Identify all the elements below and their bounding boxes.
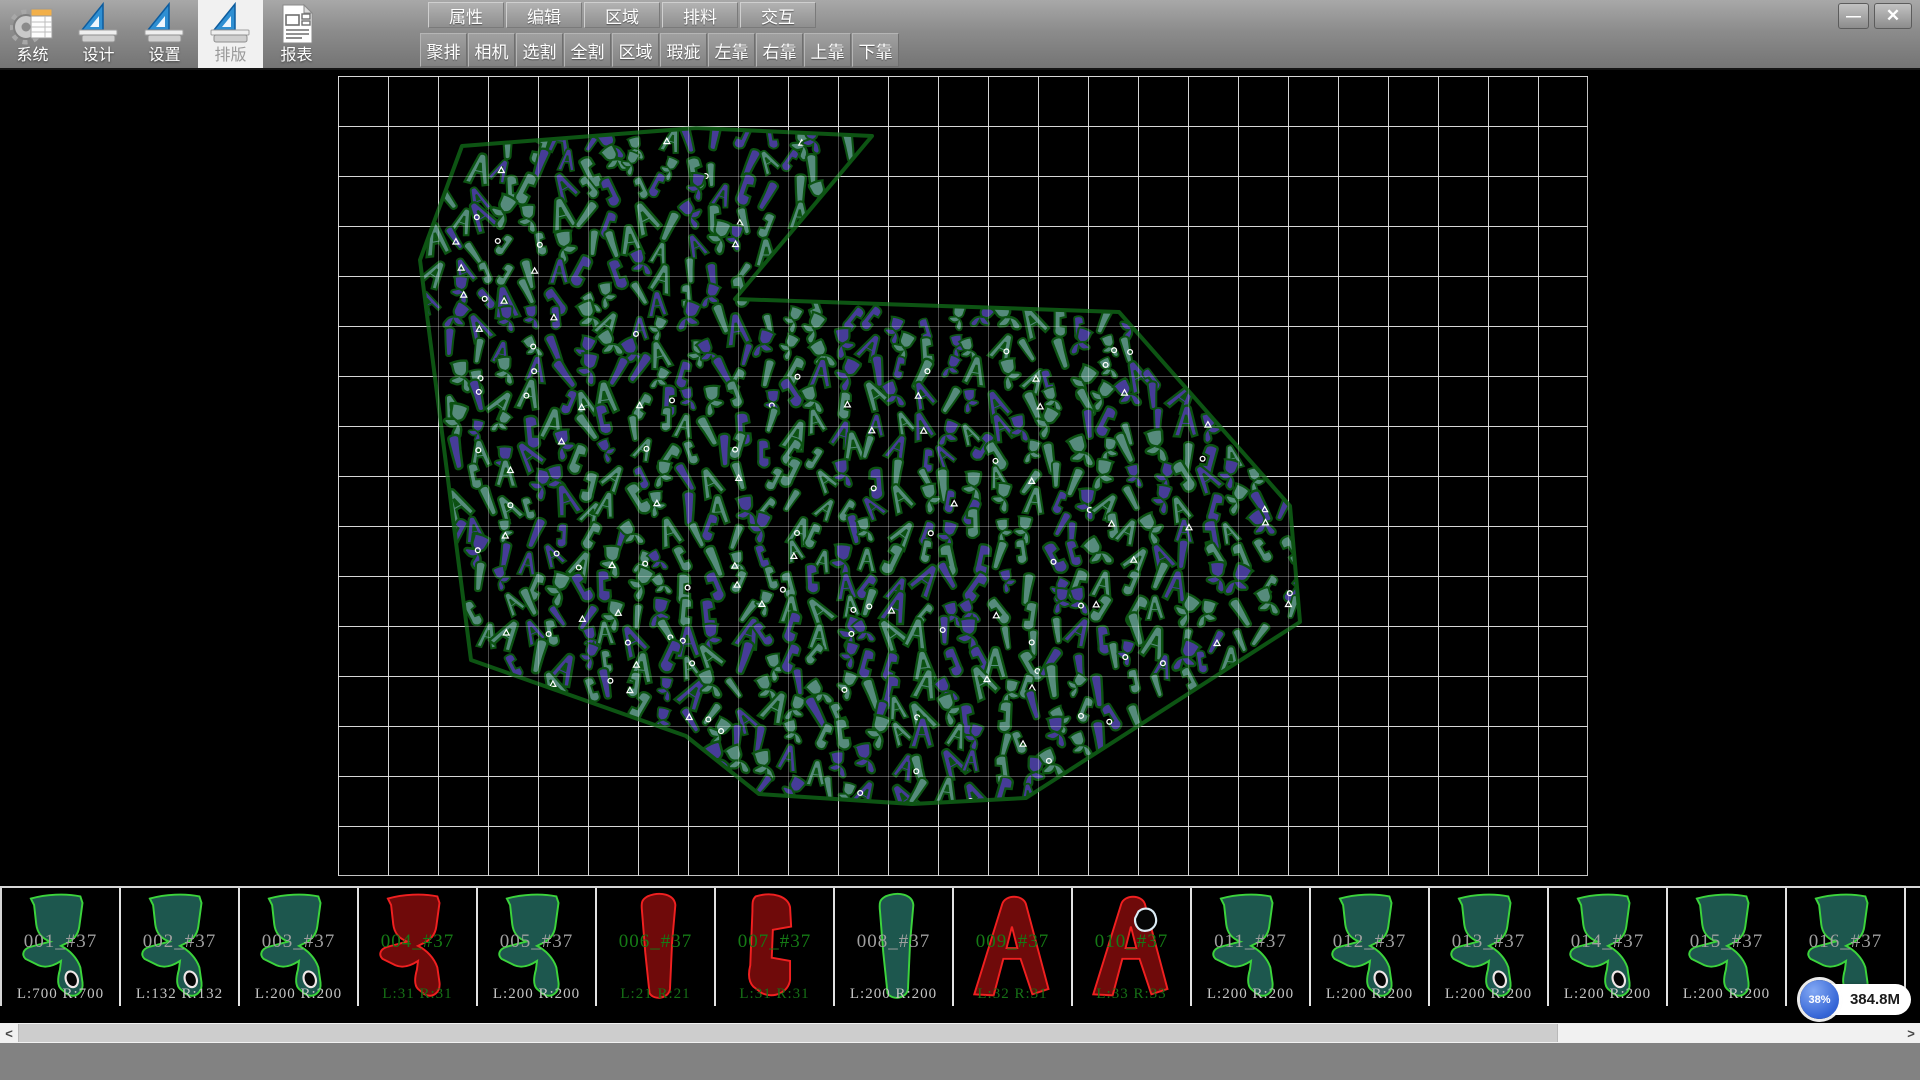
memory-percent-badge: 38% bbox=[1800, 980, 1839, 1019]
tool-button-4[interactable]: 区域 bbox=[612, 33, 659, 67]
leather-hide-nest[interactable] bbox=[338, 76, 1588, 876]
menu-tab-3[interactable]: 排料 bbox=[662, 2, 738, 28]
piece-id: 015_#37 bbox=[1668, 931, 1785, 953]
thumbnail-cell-12[interactable]: 012_#37 L:200 R:200 bbox=[1311, 888, 1430, 1006]
menu-tab-2[interactable]: 区域 bbox=[584, 2, 660, 28]
thumbnail-cell-4[interactable]: 004_#37 L:31 R:31 bbox=[359, 888, 478, 1006]
piece-id: 004_#37 bbox=[359, 931, 476, 953]
piece-id: 013_#37 bbox=[1430, 931, 1547, 953]
piece-id: 005_#37 bbox=[478, 931, 595, 953]
piece-counts: L:200 R:200 bbox=[835, 986, 952, 1003]
module-label: 系统 bbox=[16, 46, 48, 66]
piece-counts: L:200 R:200 bbox=[1549, 986, 1666, 1003]
module-label: 排版 bbox=[214, 46, 246, 66]
thumbnail-cell-7[interactable]: 007_#37 L:31 R:31 bbox=[716, 888, 835, 1006]
piece-id: 002_#37 bbox=[121, 931, 238, 953]
thumbnail-cell-6[interactable]: 006_#37 L:21 R:21 bbox=[597, 888, 716, 1006]
menu-tab-4[interactable]: 交互 bbox=[740, 2, 816, 28]
piece-id: 007_#37 bbox=[716, 931, 833, 953]
tool-button-2[interactable]: 选割 bbox=[516, 33, 563, 67]
piece-id: 016_#37 bbox=[1787, 931, 1904, 953]
piece-id: 014_#37 bbox=[1549, 931, 1666, 953]
piece-thumbnail-strip: 001_#37L:700 R:700002_#37L:132 R:132003_… bbox=[0, 886, 1920, 1006]
thumbnail-cell-8[interactable]: 008_#37 L:200 R:200 bbox=[835, 888, 954, 1006]
module-label: 报表 bbox=[280, 46, 312, 66]
piece-counts: L:200 R:200 bbox=[1668, 986, 1785, 1003]
thumbnail-cell-14[interactable]: 014_#37 L:200 R:200 bbox=[1549, 888, 1668, 1006]
close-button[interactable]: ✕ bbox=[1874, 3, 1912, 29]
nesting-canvas[interactable] bbox=[338, 76, 1588, 876]
piece-counts: L:132 R:132 bbox=[121, 986, 238, 1003]
thumbnail-cell-15[interactable]: 015_#37 L:200 R:200 bbox=[1668, 888, 1787, 1006]
thumbnail-cell-1[interactable]: 001_#37 L:700 R:700 bbox=[2, 888, 121, 1006]
system-icon bbox=[10, 0, 56, 46]
thumbnail-cell-5[interactable]: 005_#37 L:200 R:200 bbox=[478, 888, 597, 1006]
tool-button-1[interactable]: 相机 bbox=[468, 33, 515, 67]
settings-icon bbox=[142, 0, 188, 46]
piece-id: 011_#37 bbox=[1192, 931, 1309, 953]
thumbnail-cell-3[interactable]: 003_#37 L:200 R:200 bbox=[240, 888, 359, 1006]
minimize-button[interactable]: — bbox=[1838, 3, 1869, 29]
tool-button-9[interactable]: 下靠 bbox=[852, 33, 899, 67]
piece-id: 003_#37 bbox=[240, 931, 357, 953]
module-settings[interactable]: 设置 bbox=[132, 0, 197, 68]
design-icon bbox=[76, 0, 122, 46]
tool-button-7[interactable]: 右靠 bbox=[756, 33, 803, 67]
tool-button-8[interactable]: 上靠 bbox=[804, 33, 851, 67]
toolbar: 系统设计设置排版报表 属性编辑区域排料交互 聚排相机选割全割区域瑕疵左靠右靠上靠… bbox=[0, 0, 1920, 70]
module-design[interactable]: 设计 bbox=[66, 0, 131, 68]
window-controls: — ✕ bbox=[1838, 3, 1912, 29]
piece-id: 006_#37 bbox=[597, 931, 714, 953]
tool-button-3[interactable]: 全割 bbox=[564, 33, 611, 67]
piece-counts: L:31 R:31 bbox=[716, 986, 833, 1003]
tool-button-0[interactable]: 聚排 bbox=[420, 33, 467, 67]
thumbnail-scrollbar[interactable]: < > bbox=[0, 1023, 1920, 1043]
piece-counts: L:200 R:200 bbox=[1311, 986, 1428, 1003]
module-label: 设计 bbox=[82, 46, 114, 66]
piece-id: 001_#37 bbox=[2, 931, 119, 953]
scroll-right-arrow[interactable]: > bbox=[1902, 1023, 1920, 1043]
thumbnail-cell-10[interactable]: 010_#37 L:33 R:33 bbox=[1073, 888, 1192, 1006]
piece-counts: L:200 R:200 bbox=[240, 986, 357, 1003]
piece-counts: L:700 R:700 bbox=[2, 986, 119, 1003]
piece-counts: L:200 R:200 bbox=[1430, 986, 1547, 1003]
nesting-icon bbox=[208, 0, 254, 46]
module-nesting[interactable]: 排版 bbox=[198, 0, 263, 68]
module-system[interactable]: 系统 bbox=[0, 0, 65, 68]
piece-id: 010_#37 bbox=[1073, 931, 1190, 953]
scroll-left-arrow[interactable]: < bbox=[0, 1023, 18, 1043]
piece-counts: L:200 R:200 bbox=[478, 986, 595, 1003]
thumbnail-cell-11[interactable]: 011_#37 L:200 R:200 bbox=[1192, 888, 1311, 1006]
piece-counts: L:31 R:31 bbox=[359, 986, 476, 1003]
scrollbar-thumb[interactable] bbox=[18, 1024, 1558, 1042]
thumbnail-cell-13[interactable]: 013_#37 L:200 R:200 bbox=[1430, 888, 1549, 1006]
module-report[interactable]: 报表 bbox=[264, 0, 329, 68]
tool-button-row: 聚排相机选割全割区域瑕疵左靠右靠上靠下靠 bbox=[420, 33, 899, 67]
menu-tab-1[interactable]: 编辑 bbox=[506, 2, 582, 28]
tool-button-5[interactable]: 瑕疵 bbox=[660, 33, 707, 67]
piece-id: 012_#37 bbox=[1311, 931, 1428, 953]
thumbnail-cell-2[interactable]: 002_#37 L:132 R:132 bbox=[121, 888, 240, 1006]
thumbnail-cell-9[interactable]: 009_#37 L:32 R:31 bbox=[954, 888, 1073, 1006]
piece-id: 008_#37 bbox=[835, 931, 952, 953]
report-icon bbox=[274, 0, 320, 46]
menu-tab-bar: 属性编辑区域排料交互 bbox=[428, 2, 816, 28]
memory-usage-badge: 384.8M 38% bbox=[1800, 980, 1914, 1020]
menu-tab-0[interactable]: 属性 bbox=[428, 2, 504, 28]
tool-button-6[interactable]: 左靠 bbox=[708, 33, 755, 67]
piece-counts: L:21 R:21 bbox=[597, 986, 714, 1003]
piece-counts: L:32 R:31 bbox=[954, 986, 1071, 1003]
app-window: 系统设计设置排版报表 属性编辑区域排料交互 聚排相机选割全割区域瑕疵左靠右靠上靠… bbox=[0, 0, 1920, 1080]
piece-counts: L:33 R:33 bbox=[1073, 986, 1190, 1003]
piece-counts: L:200 R:200 bbox=[1192, 986, 1309, 1003]
status-bar bbox=[0, 1043, 1920, 1080]
piece-id: 009_#37 bbox=[954, 931, 1071, 953]
module-label: 设置 bbox=[148, 46, 180, 66]
